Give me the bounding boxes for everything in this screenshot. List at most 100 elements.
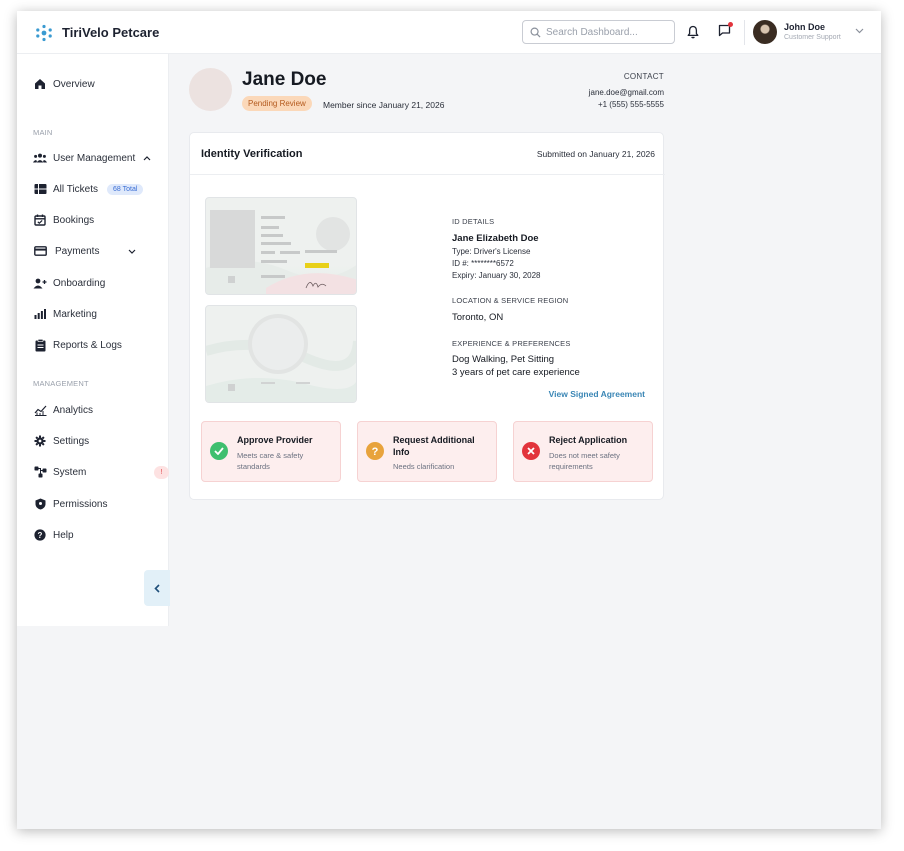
bar-chart-icon: [33, 307, 47, 321]
chevron-left-icon: [154, 583, 160, 593]
sidebar-item-label: Overview: [53, 78, 95, 90]
submitted-date: Submitted on January 21, 2026: [536, 149, 655, 159]
question-icon: ?: [366, 442, 384, 460]
sidebar-item-label: Onboarding: [53, 277, 106, 289]
request-info-button[interactable]: ? Request Additional Info Needs clarific…: [357, 421, 497, 482]
bell-icon[interactable]: [687, 25, 699, 39]
id-back-image[interactable]: [205, 305, 357, 403]
chevron-down-icon[interactable]: [855, 28, 864, 34]
location-value: Toronto, ON: [452, 312, 504, 323]
id-type: Type: Driver's License: [452, 247, 531, 256]
logo-icon: [36, 24, 52, 42]
user-role: Customer Support: [784, 34, 841, 41]
experience-label: EXPERIENCE & PREFERENCES: [452, 339, 571, 348]
status-badge: Pending Review: [242, 96, 312, 111]
sidebar-item-bookings[interactable]: Bookings: [33, 212, 94, 228]
id-card-back-illustration: [206, 314, 356, 402]
sidebar-item-label: System: [53, 466, 87, 478]
sidebar-item-onboarding[interactable]: Onboarding: [33, 275, 105, 291]
sidebar-item-label: Permissions: [53, 498, 108, 510]
sidebar-item-payments[interactable]: Payments: [33, 243, 136, 259]
contact-email: jane.doe@gmail.com: [588, 88, 664, 97]
id-number: ID #: ********6572: [452, 259, 514, 268]
sidebar-item-system[interactable]: System: [33, 464, 86, 480]
action-description: Does not meet safety requirements: [549, 451, 620, 471]
contact-phone: +1 (555) 555-5555: [597, 100, 664, 109]
sidebar-item-user-management[interactable]: User Management: [33, 150, 151, 166]
users-icon: [33, 151, 47, 165]
sidebar-item-reports-logs[interactable]: Reports & Logs: [33, 337, 122, 353]
divider: [744, 20, 745, 45]
sidebar-item-help[interactable]: ? Help: [33, 527, 74, 543]
search-input[interactable]: [546, 24, 670, 40]
profile-avatar: [189, 68, 232, 111]
sidebar-item-label: Bookings: [53, 214, 95, 226]
system-alert-badge: !: [154, 466, 169, 479]
sidebar-item-analytics[interactable]: Analytics: [33, 402, 93, 418]
id-front-image[interactable]: [205, 197, 357, 295]
search-box[interactable]: [522, 20, 675, 44]
sidebar-item-permissions[interactable]: Permissions: [33, 496, 107, 512]
app-window: TiriVelo Petcare John Doe Customer Suppo…: [17, 11, 881, 829]
view-signed-agreement-link[interactable]: View Signed Agreement: [549, 389, 645, 399]
notification-dot: [728, 22, 733, 27]
sidebar-item-all-tickets[interactable]: All Tickets 68 Total: [33, 181, 144, 197]
calendar-icon: [33, 213, 47, 227]
sidebar-item-label: User Management: [53, 152, 136, 164]
location-label: LOCATION & SERVICE REGION: [452, 296, 569, 305]
sidebar-item-label: Analytics: [53, 404, 94, 416]
id-card-front-illustration: [206, 210, 356, 294]
action-title: Approve Provider: [237, 435, 313, 445]
chevron-down-icon[interactable]: [128, 249, 136, 254]
help-icon: ?: [33, 528, 47, 542]
home-icon: [33, 77, 47, 91]
sidebar-item-label: Help: [53, 529, 74, 541]
user-plus-icon: [33, 276, 47, 290]
experience-value: 3 years of pet care experience: [452, 367, 580, 378]
messages-button[interactable]: [718, 22, 733, 42]
tickets-count-badge: 68 Total: [107, 183, 144, 195]
clipboard-icon: [33, 338, 47, 352]
services-value: Dog Walking, Pet Sitting: [452, 354, 555, 365]
sidebar-item-label: Reports & Logs: [53, 339, 122, 351]
tickets-icon: [33, 182, 47, 196]
action-description: Needs clarification: [393, 462, 455, 471]
close-icon: [522, 442, 540, 460]
contact-label: CONTACT: [623, 72, 664, 81]
chevron-up-icon[interactable]: [143, 155, 151, 161]
system-icon: [33, 465, 47, 479]
action-title: Reject Application: [549, 435, 628, 445]
user-name: John Doe: [784, 22, 826, 32]
member-since: Member since January 21, 2026: [323, 100, 445, 110]
analytics-icon: [33, 403, 47, 417]
section-main-label: MAIN: [33, 128, 53, 137]
reject-application-button[interactable]: Reject Application Does not meet safety …: [513, 421, 653, 482]
avatar[interactable]: [753, 20, 777, 44]
page-title: Jane Doe: [242, 69, 327, 90]
sidebar-item-marketing[interactable]: Marketing: [33, 306, 97, 322]
identity-verification-card: Identity Verification Submitted on Janua…: [189, 132, 665, 500]
id-full-name: Jane Elizabeth Doe: [452, 233, 539, 244]
gear-icon: [33, 434, 47, 448]
search-icon: [530, 27, 541, 38]
sidebar-item-overview[interactable]: Overview: [33, 76, 95, 92]
sidebar: Overview MAIN User Management All Ticket…: [17, 54, 169, 626]
approve-provider-button[interactable]: Approve Provider Meets care & safety sta…: [201, 421, 341, 482]
check-icon: [210, 442, 228, 460]
card-header: Identity Verification Submitted on Janua…: [190, 133, 665, 175]
shield-icon: [33, 497, 47, 511]
sidebar-item-settings[interactable]: Settings: [33, 433, 89, 449]
action-description: Meets care & safety standards: [237, 451, 304, 471]
brand-name: TiriVelo Petcare: [62, 25, 160, 40]
card-icon: [33, 244, 47, 258]
id-expiry: Expiry: January 30, 2028: [452, 271, 541, 280]
sidebar-item-label: All Tickets: [53, 183, 99, 195]
card-title: Identity Verification: [201, 148, 303, 160]
collapse-sidebar-button[interactable]: [144, 570, 170, 606]
svg-text:?: ?: [38, 531, 43, 540]
svg-text:?: ?: [372, 446, 379, 457]
section-management-label: MANAGEMENT: [33, 379, 89, 388]
action-title: Request Additional Info: [393, 435, 475, 457]
sidebar-item-label: Payments: [55, 245, 100, 257]
id-details-label: ID DETAILS: [452, 217, 495, 226]
